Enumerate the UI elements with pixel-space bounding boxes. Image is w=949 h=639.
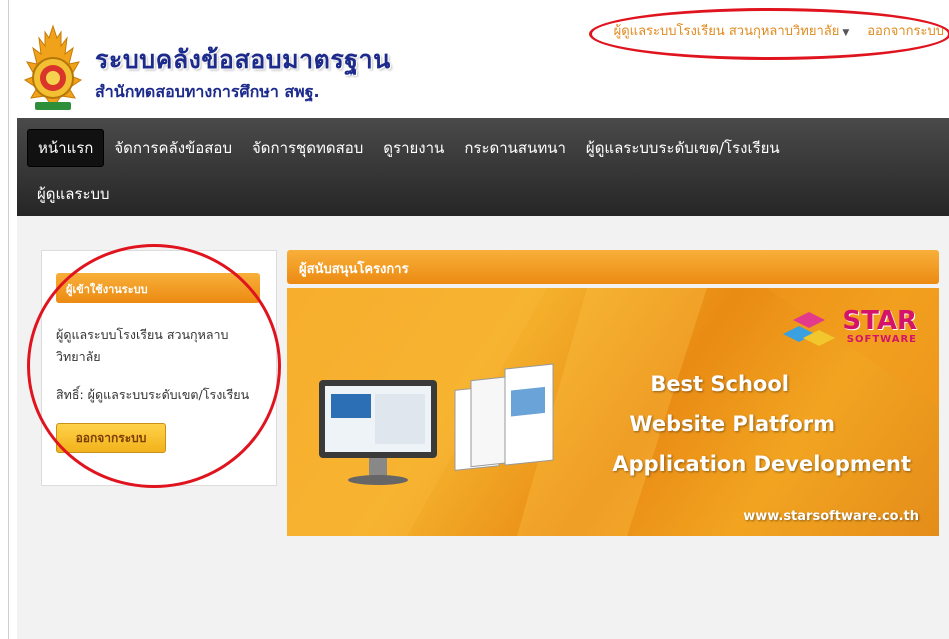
banner-graphics xyxy=(287,288,939,536)
sponsor-banner[interactable]: STAR SOFTWARE Best School Website Platfo… xyxy=(287,288,939,536)
nav-item-reports[interactable]: ดูรายงาน xyxy=(373,130,454,166)
login-user-name-1: ผู้ดูแลระบบโรงเรียน สวนกุหลาบ xyxy=(56,327,229,342)
user-menu: ผู้ดูแลระบบโรงเรียน สวนกุหลาบวิทยาลัย ▼ อ… xyxy=(614,20,944,41)
nav-item-admin[interactable]: ผู้ดูแลระบบ xyxy=(27,176,120,212)
banner-url: www.starsoftware.co.th xyxy=(743,509,919,524)
login-panel-title: ผู้เข้าใช้งานระบบ xyxy=(56,273,260,303)
logout-button[interactable]: ออกจากระบบ xyxy=(56,423,166,453)
login-rights: สิทธิ์: ผู้ดูแลระบบระดับเขต/โรงเรียน xyxy=(56,387,250,402)
user-dropdown[interactable]: ผู้ดูแลระบบโรงเรียน สวนกุหลาบวิทยาลัย ▼ xyxy=(614,20,850,41)
main-navbar: หน้าแรก จัดการคลังข้อสอบ จัดการชุดทดสอบ … xyxy=(17,118,949,216)
brand-big: STAR xyxy=(842,306,917,336)
site-subtitle: สำนักทดสอบทางการศึกษา สพฐ. xyxy=(95,82,320,101)
chevron-down-icon: ▼ xyxy=(842,28,850,38)
nav-row-1: หน้าแรก จัดการคลังข้อสอบ จัดการชุดทดสอบ … xyxy=(27,129,790,167)
banner-line-3: Application Development xyxy=(612,452,911,476)
star-software-logo: STAR SOFTWARE xyxy=(842,308,917,345)
banner-line-2: Website Platform xyxy=(629,412,835,436)
user-name: ผู้ดูแลระบบโรงเรียน สวนกุหลาบวิทยาลัย xyxy=(613,24,840,39)
nav-item-district-admin[interactable]: ผู้ดูแลระบบระดับเขต/โรงเรียน xyxy=(576,130,790,166)
sponsor-panel: ผู้สนับสนุนโครงการ STAR SOFTWARE Best Sc… xyxy=(287,250,939,536)
site-header: ระบบคลังข้อสอบมาตรฐาน สำนักทดสอบทางการศึ… xyxy=(9,0,949,118)
banner-line-1: Best School xyxy=(650,372,789,396)
obec-emblem-logo xyxy=(23,24,83,110)
nav-item-forum[interactable]: กระดานสนทนา xyxy=(454,130,576,166)
login-panel: ผู้เข้าใช้งานระบบ ผู้ดูแลระบบโรงเรียน สว… xyxy=(41,250,277,486)
nav-item-testsets[interactable]: จัดการชุดทดสอบ xyxy=(242,130,373,166)
sponsor-title: ผู้สนับสนุนโครงการ xyxy=(287,250,939,284)
site-title: ระบบคลังข้อสอบมาตรฐาน xyxy=(95,45,391,74)
page-frame: ระบบคลังข้อสอบมาตรฐาน สำนักทดสอบทางการศึ… xyxy=(8,0,949,639)
nav-item-bank[interactable]: จัดการคลังข้อสอบ xyxy=(104,130,242,166)
brand-small: SOFTWARE xyxy=(846,334,917,345)
login-user-name-2: วิทยาลัย xyxy=(56,349,101,364)
nav-home[interactable]: หน้าแรก xyxy=(27,129,105,167)
main-content: ผู้เข้าใช้งานระบบ ผู้ดูแลระบบโรงเรียน สว… xyxy=(17,216,949,639)
header-logout-link[interactable]: ออกจากระบบ xyxy=(867,20,944,41)
nav-row-2: ผู้ดูแลระบบ xyxy=(27,176,120,212)
